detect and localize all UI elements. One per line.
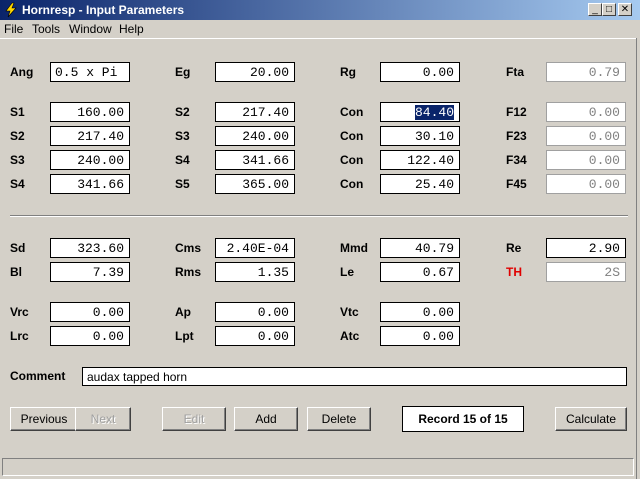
vrc-field[interactable]: 0.00 (50, 302, 130, 322)
con1-value: 84.40 (414, 105, 454, 120)
minimize-button[interactable]: _ (588, 3, 602, 16)
comment-field[interactable]: audax tapped horn (82, 367, 627, 386)
rg-field[interactable]: 0.00 (380, 62, 460, 82)
ap-field[interactable]: 0.00 (215, 302, 295, 322)
s1-label: S1 (10, 105, 25, 119)
con3-field[interactable]: 122.40 (380, 150, 460, 170)
vtc-field[interactable]: 0.00 (380, 302, 460, 322)
s2-label: S2 (10, 129, 25, 143)
vtc-label: Vtc (340, 305, 359, 319)
eg-field[interactable]: 20.00 (215, 62, 295, 82)
f12-field[interactable]: 0.00 (546, 102, 626, 122)
lrc-label: Lrc (10, 329, 29, 343)
lpt-label: Lpt (175, 329, 194, 343)
s5-field[interactable]: 365.00 (215, 174, 295, 194)
menu-tools[interactable]: Tools (32, 22, 60, 36)
menu-window[interactable]: Window (69, 22, 112, 36)
mmd-label: Mmd (340, 241, 368, 255)
con4-label: Con (340, 177, 364, 191)
s3-label: S3 (10, 153, 25, 167)
bl-label: Bl (10, 265, 22, 279)
f45-field[interactable]: 0.00 (546, 174, 626, 194)
delete-button[interactable]: Delete (307, 407, 371, 431)
s1-field[interactable]: 160.00 (50, 102, 130, 122)
calculate-button[interactable]: Calculate (555, 407, 627, 431)
edit-button[interactable]: Edit (162, 407, 226, 431)
le-field[interactable]: 0.67 (380, 262, 460, 282)
s2-field-col2[interactable]: 217.40 (215, 102, 295, 122)
sd-label: Sd (10, 241, 26, 255)
f23-field[interactable]: 0.00 (546, 126, 626, 146)
close-button[interactable]: ✕ (618, 3, 632, 16)
window-title: Hornresp - Input Parameters (22, 3, 185, 17)
record-indicator: Record 15 of 15 (402, 406, 524, 432)
con2-field[interactable]: 30.10 (380, 126, 460, 146)
section-divider (10, 215, 628, 217)
fta-label: Fta (506, 65, 524, 79)
status-bar (2, 458, 634, 476)
menu-help[interactable]: Help (119, 22, 144, 36)
vrc-label: Vrc (10, 305, 29, 319)
con3-label: Con (340, 153, 364, 167)
con1-label: Con (340, 105, 364, 119)
th-field[interactable]: 2S (546, 262, 626, 282)
add-button[interactable]: Add (234, 407, 298, 431)
ap-label: Ap (175, 305, 191, 319)
f23-label: F23 (506, 129, 527, 143)
cms-label: Cms (175, 241, 202, 255)
s3-field[interactable]: 240.00 (50, 150, 130, 170)
mmd-field[interactable]: 40.79 (380, 238, 460, 258)
s4-label: S4 (10, 177, 25, 191)
s2-label-col2: S2 (175, 105, 190, 119)
menu-bar: File Tools Window Help (0, 20, 640, 39)
th-label: TH (506, 265, 522, 279)
previous-button[interactable]: Previous (10, 407, 78, 431)
title-bar: Hornresp - Input Parameters _ □ ✕ (0, 0, 640, 20)
con1-field[interactable]: 84.40 (380, 102, 460, 122)
s2-field[interactable]: 217.40 (50, 126, 130, 146)
re-field[interactable]: 2.90 (546, 238, 626, 258)
s4-field[interactable]: 341.66 (50, 174, 130, 194)
f45-label: F45 (506, 177, 527, 191)
sd-field[interactable]: 323.60 (50, 238, 130, 258)
next-button[interactable]: Next (75, 407, 131, 431)
s4-label-col2: S4 (175, 153, 190, 167)
fta-field[interactable]: 0.79 (546, 62, 626, 82)
s4-field-col2[interactable]: 341.66 (215, 150, 295, 170)
f12-label: F12 (506, 105, 527, 119)
maximize-button[interactable]: □ (602, 3, 616, 16)
f34-field[interactable]: 0.00 (546, 150, 626, 170)
re-label: Re (506, 241, 522, 255)
lightning-app-icon (5, 2, 17, 18)
s3-label-col2: S3 (175, 129, 190, 143)
ang-field[interactable]: 0.5 x Pi (50, 62, 130, 82)
rms-label: Rms (175, 265, 202, 279)
menu-file[interactable]: File (4, 22, 23, 36)
bl-field[interactable]: 7.39 (50, 262, 130, 282)
window-right-border (636, 38, 640, 479)
eg-label: Eg (175, 65, 191, 79)
s5-label: S5 (175, 177, 190, 191)
comment-label: Comment (10, 369, 66, 383)
le-label: Le (340, 265, 355, 279)
rg-label: Rg (340, 65, 356, 79)
ang-label: Ang (10, 65, 34, 79)
lpt-field[interactable]: 0.00 (215, 326, 295, 346)
lrc-field[interactable]: 0.00 (50, 326, 130, 346)
atc-field[interactable]: 0.00 (380, 326, 460, 346)
cms-field[interactable]: 2.40E-04 (215, 238, 295, 258)
rms-field[interactable]: 1.35 (215, 262, 295, 282)
s3-field-col2[interactable]: 240.00 (215, 126, 295, 146)
con4-field[interactable]: 25.40 (380, 174, 460, 194)
atc-label: Atc (340, 329, 360, 343)
f34-label: F34 (506, 153, 527, 167)
con2-label: Con (340, 129, 364, 143)
